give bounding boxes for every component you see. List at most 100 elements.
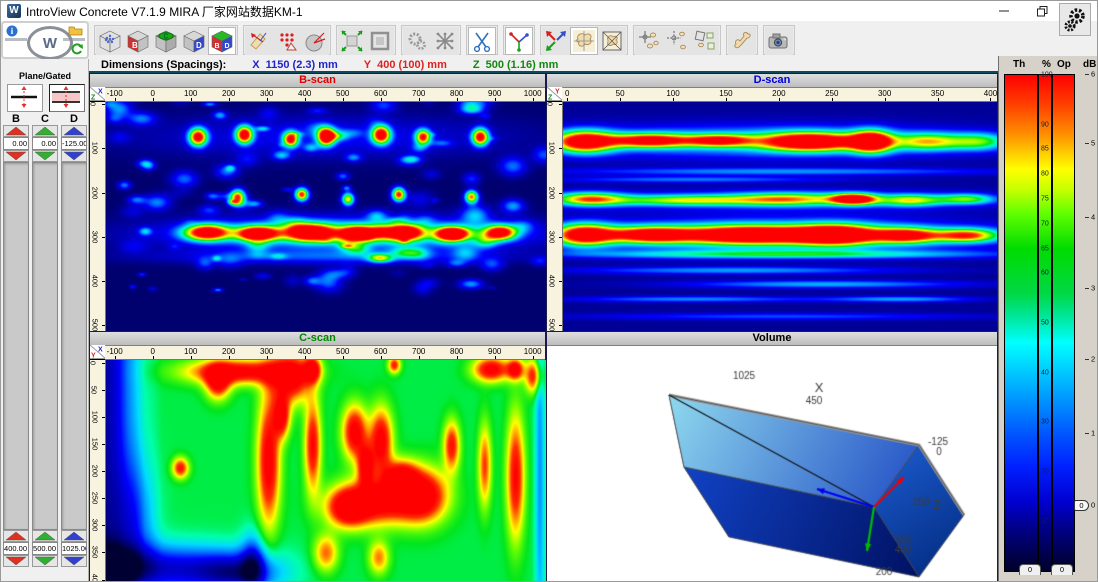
toolbar-probe-marker-button[interactable] [245,27,273,55]
channel-D-top-up[interactable] [61,125,87,137]
toolbar-process-gears-button[interactable] [403,27,431,55]
b-scan-title: B-scan [90,74,545,88]
channel-C-bottom-down[interactable] [32,555,58,567]
toolbar-view-bcd-cube-button[interactable]: BD [208,27,236,55]
probe-marker-icon [247,29,271,53]
channel-B-bottom-up[interactable] [3,530,29,542]
channel-C-bottom-value[interactable]: 500.00 [32,542,58,555]
scissors-cut-icon [470,29,494,53]
x-tick-mark [153,98,154,101]
application-window: W IntroView Concrete V7.1.9 MIRA 厂家网站数据K… [0,0,1098,582]
y-tick-label: 100 [90,142,99,155]
db-tick-mark [1085,359,1089,360]
toolbar-view-3d-cube-button[interactable] [96,27,124,55]
x-tick-mark [457,356,458,359]
d-scan-view[interactable] [562,102,997,332]
window-title: IntroView Concrete V7.1.9 MIRA 厂家网站数据KM-… [26,3,303,20]
channel-C-top-up[interactable] [32,125,58,137]
settings-gears-button[interactable] [1059,3,1091,36]
channel-D-top-down[interactable] [61,150,87,162]
toolbar-expand-arrows-button[interactable] [431,27,459,55]
y-tick-label: 0 [88,361,97,365]
toolbar-frame-view-button[interactable] [366,27,394,55]
channel-label-C: C [32,113,58,125]
frame-view-icon [368,29,392,53]
channel-C-top-value[interactable]: 0.00 [32,137,58,150]
toolbar-view-b-scan-cube-button[interactable]: B [124,27,152,55]
toolbar-fit-view-button[interactable] [338,27,366,55]
channel-D-slider[interactable] [61,162,87,530]
toolbar-blob-frame-button[interactable] [598,27,626,55]
channel-C-slider[interactable] [32,162,58,530]
channel-D-bottom-up[interactable] [61,530,87,542]
channel-C-bottom-up[interactable] [32,530,58,542]
x-tick-label: 100 [666,89,679,98]
toolbar-bone-tool-button[interactable] [728,27,756,55]
x-tick-label: 250 [825,89,838,98]
db-zero-marker[interactable]: 0 [1074,500,1089,511]
opacity-bottom-tag[interactable]: 0 [1051,564,1073,575]
x-tick-mark [381,356,382,359]
svg-text:Z: Z [91,95,96,101]
b-scan-view[interactable] [105,102,546,332]
plane-mode-button[interactable] [7,84,43,112]
toolbar-move-arrows-rgb-button[interactable] [542,27,570,55]
settings-gears-icon [1063,7,1087,33]
window-titlebar[interactable]: W IntroView Concrete V7.1.9 MIRA 厂家网站数据K… [1,1,1098,21]
gated-mode-button[interactable] [49,84,85,112]
toolbar-sphere-tool-button[interactable] [301,27,329,55]
y-tick-label: 200 [90,465,99,478]
threshold-bottom-tag[interactable]: 0 [1019,564,1041,575]
threshold-colorbar[interactable] [1004,74,1038,572]
minimize-button[interactable] [985,1,1023,21]
x-tick-mark [267,356,268,359]
y-tick-mark [559,104,562,105]
toolbar-axis-vector-button[interactable] [505,27,533,55]
toolbar-scissors-cut-button[interactable] [468,27,496,55]
channel-B-top-value[interactable]: 0.00 [3,137,29,150]
x-tick-label: 800 [450,347,463,356]
colorbar-header-op: Op [1057,59,1071,70]
opacity-colorbar[interactable] [1052,74,1075,572]
toolbar-view-d-scan-cube-button[interactable]: D [180,27,208,55]
toolbar-point-cloud-button[interactable] [273,27,301,55]
toolbar-cluster-move-button[interactable] [635,27,663,55]
refresh-icon[interactable] [70,43,83,56]
channel-D-top-value[interactable]: -125.00 [61,137,87,150]
channel-C-top-down[interactable] [32,150,58,162]
y-tick-mark [102,363,105,364]
channel-B-top-down[interactable] [3,150,29,162]
toolbar-blob-filter-button[interactable] [570,27,598,55]
d-scan-title: D-scan [547,74,997,88]
dimensions-bar: Dimensions (Spacings): X1150 (2.3) mmY40… [89,58,998,73]
toolbar-cluster-squares-button[interactable] [691,27,719,55]
app-logo-panel: i W [1,21,89,59]
channel-B-bottom-down[interactable] [3,555,29,567]
channel-B-slider[interactable] [3,162,29,530]
db-label: 1 [1091,429,1095,438]
x-tick-label: 1000 [524,347,542,356]
sphere-tool-icon [303,29,327,53]
y-tick-label: 300 [90,230,99,243]
x-tick-label: 300 [260,89,273,98]
x-tick-mark [229,98,230,101]
toolbar-group-0: BCDBD [94,25,238,55]
y-tick-mark [102,498,105,499]
dimensions-label: Dimensions (Spacings): [101,59,226,71]
channel-B-bottom-value[interactable]: 400.00 [3,542,29,555]
volume-3d-view[interactable] [547,346,997,582]
c-scan-view[interactable] [105,360,546,582]
restore-button[interactable] [1023,1,1061,21]
toolbar-view-c-scan-cube-button[interactable]: C [152,27,180,55]
open-folder-icon[interactable] [68,24,83,36]
db-tick-mark [1085,217,1089,218]
channel-D-bottom-value[interactable]: 1025.00 [61,542,87,555]
toolbar-group-8 [726,25,758,55]
info-icon[interactable]: i [6,25,18,37]
y-tick-label: 100 [90,411,99,424]
channel-D-bottom-down[interactable] [61,555,87,567]
x-tick-label: 900 [488,89,501,98]
toolbar-camera-snapshot-button[interactable] [765,27,793,55]
toolbar-cluster-align-button[interactable] [663,27,691,55]
channel-B-top-up[interactable] [3,125,29,137]
